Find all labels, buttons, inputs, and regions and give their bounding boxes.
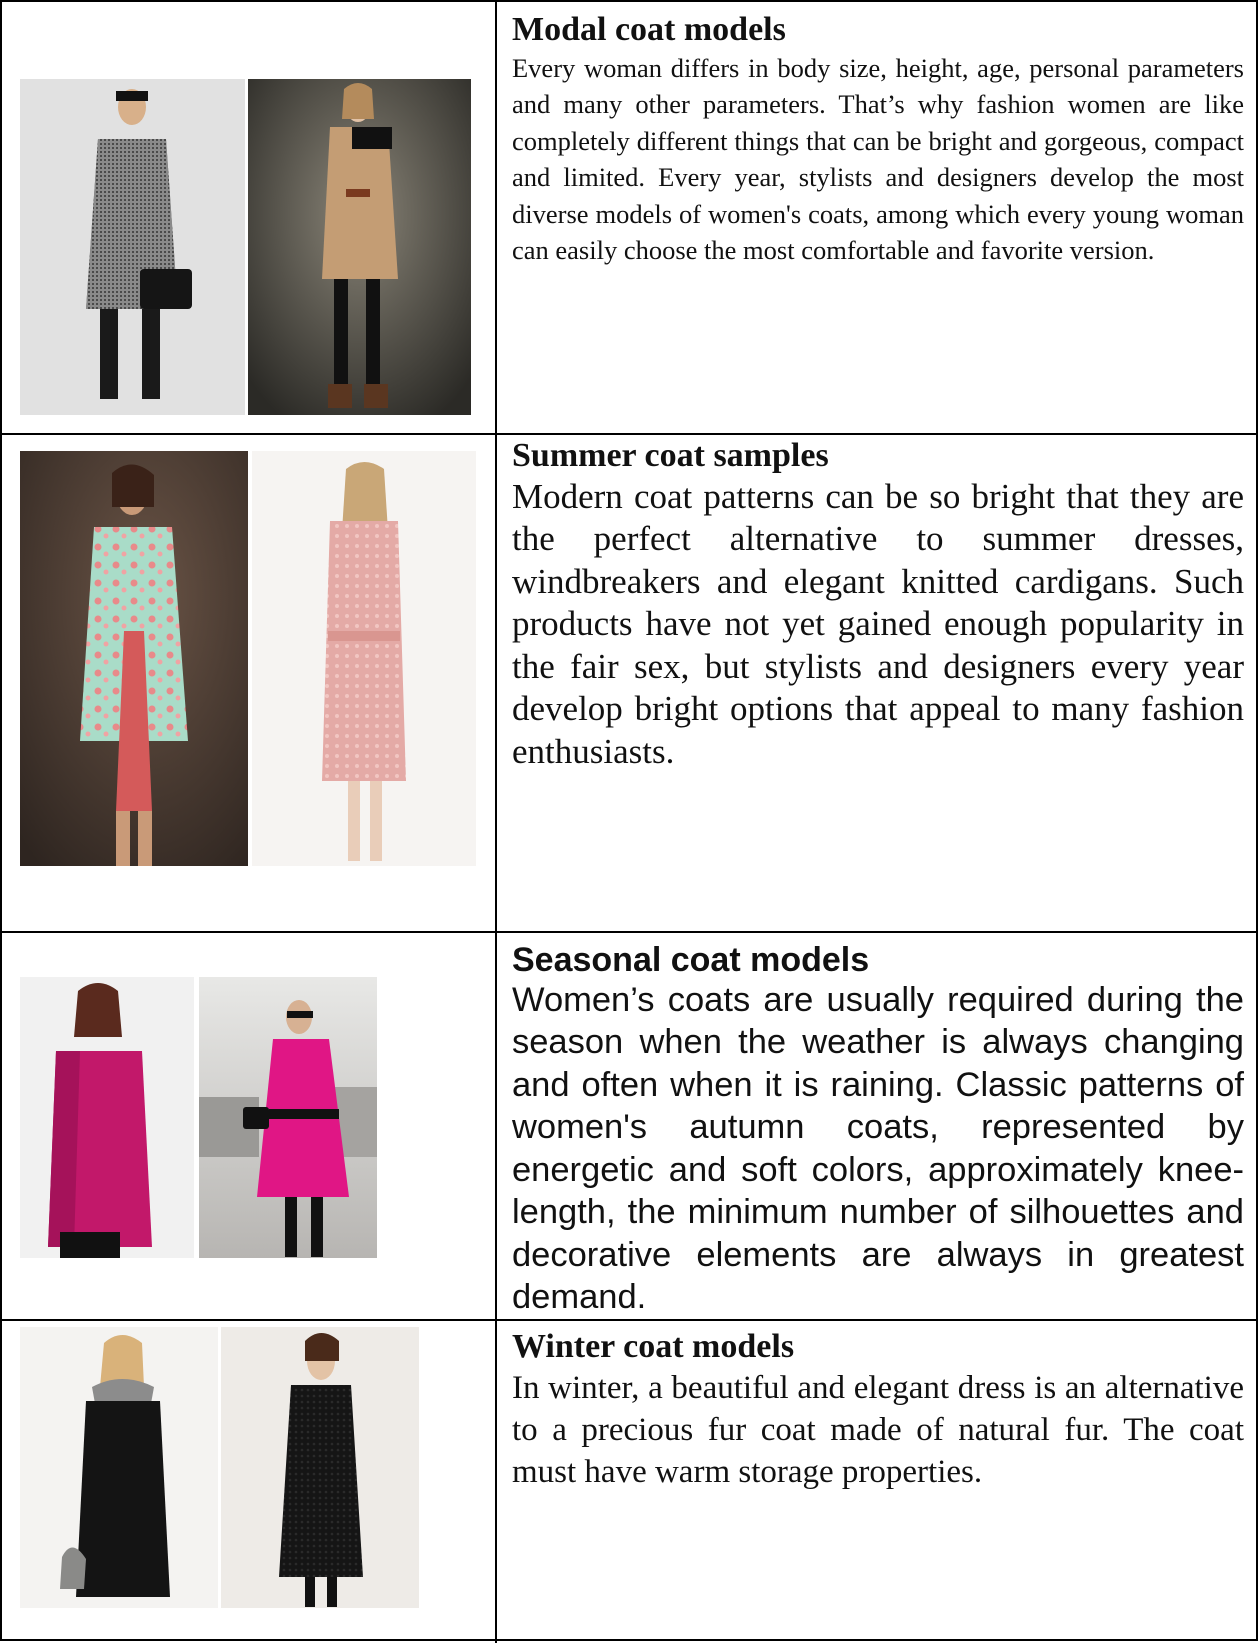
model-pink-lace-trench-photo <box>252 451 476 866</box>
section-title: Winter coat models <box>512 1328 795 1365</box>
model-grey-tweed-coat-photo <box>20 79 245 415</box>
image-cell <box>2 1321 495 1643</box>
text-cell: Summer coat samples Modern coat patterns… <box>512 435 1244 773</box>
section-text: Every woman differs in body size, height… <box>512 52 1244 266</box>
table-row: Modal coat models Every woman differs in… <box>2 2 1256 435</box>
text-cell: Seasonal coat models Women’s coats are u… <box>512 933 1244 1319</box>
column-divider <box>495 435 497 931</box>
text-cell: Modal coat models Every woman differs in… <box>512 2 1244 269</box>
image-cell <box>2 933 495 1319</box>
section-text: Women’s coats are usually required durin… <box>512 980 1244 1317</box>
image-cell <box>2 2 495 433</box>
model-floral-mint-coat-photo <box>20 451 248 866</box>
model-camel-coat-photo <box>248 79 471 415</box>
section-text: In winter, a beautiful and elegant dress… <box>512 1369 1244 1490</box>
model-black-textured-coat-photo <box>221 1327 419 1608</box>
table-row: Winter coat models In winter, a beautifu… <box>2 1321 1256 1643</box>
section-title: Modal coat models <box>512 11 786 48</box>
model-magenta-coat-photo <box>20 977 194 1258</box>
column-divider <box>495 2 497 433</box>
coat-models-table: Modal coat models Every woman differs in… <box>0 0 1258 1643</box>
model-black-fur-collar-coat-photo <box>20 1327 218 1608</box>
column-divider <box>495 933 497 1319</box>
section-title: Seasonal coat models <box>512 941 870 979</box>
column-divider <box>495 1321 497 1643</box>
section-text: Modern coat patterns can be so bright th… <box>512 476 1244 771</box>
table-row: Seasonal coat models Women’s coats are u… <box>2 933 1256 1321</box>
text-cell: Winter coat models In winter, a beautifu… <box>512 1321 1244 1493</box>
image-cell <box>2 435 495 931</box>
model-magenta-street-coat-photo <box>199 977 377 1258</box>
table-row: Summer coat samples Modern coat patterns… <box>2 435 1256 933</box>
section-title: Summer coat samples <box>512 437 829 474</box>
